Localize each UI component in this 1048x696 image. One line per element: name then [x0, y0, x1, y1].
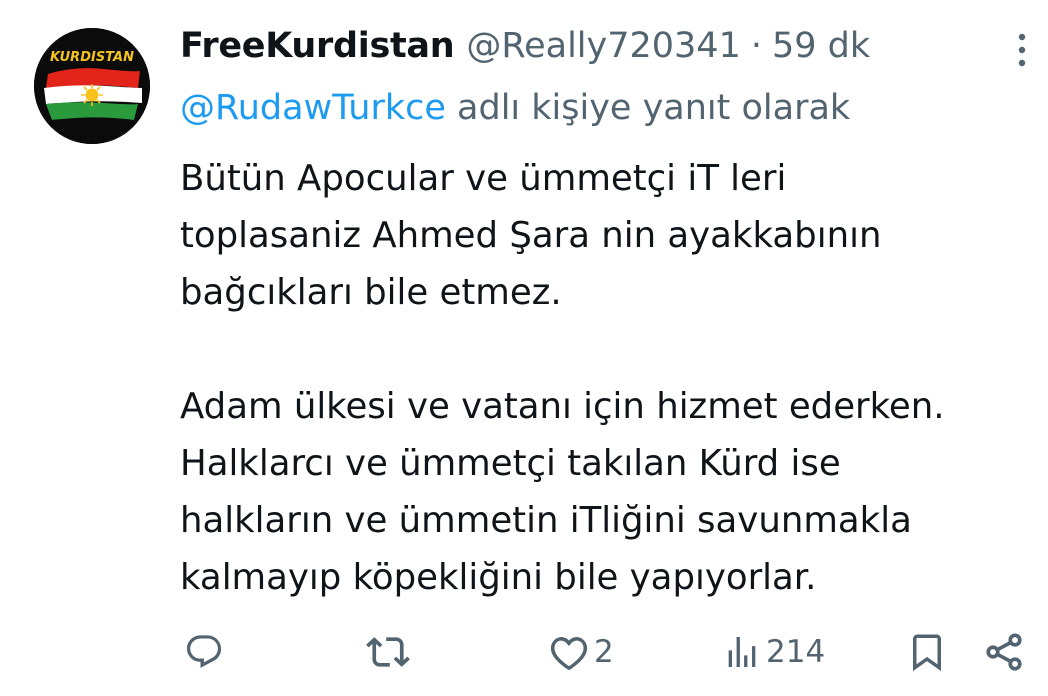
timestamp[interactable]: 59 dk: [772, 22, 870, 70]
retweet-button[interactable]: [366, 622, 410, 682]
tweet-text-line: Bütün Apocular ve ümmetçi iT leri: [180, 158, 787, 199]
tweet-text-line: bağcıkları bile etmez.: [180, 272, 562, 313]
tweet-text-line: kalmayıp köpekliğini bile yapıyorlar.: [180, 557, 817, 598]
bar-chart-icon: [728, 637, 756, 667]
display-name[interactable]: FreeKurdistan: [180, 22, 455, 70]
heart-icon: [550, 637, 588, 671]
tweet-header: FreeKurdistan @Really720341 · 59 dk: [180, 22, 870, 70]
reply-to-handle-link[interactable]: @RudawTurkce: [180, 88, 446, 128]
tweet-text-line: Adam ülkesi ve vatanı için hizmet ederke…: [180, 386, 945, 427]
reply-button[interactable]: [184, 622, 224, 682]
like-button[interactable]: 2: [548, 622, 614, 682]
action-bar: 2 214: [0, 622, 1048, 682]
avatar-label: KURDISTAN: [50, 50, 134, 65]
bookmark-button[interactable]: [906, 622, 948, 682]
tweet-text-line: Halklarcı ve ümmetçi takılan Kürd ise: [180, 443, 841, 484]
tweet-text-line: toplasaniz Ahmed Şara nin ayakkabının: [180, 215, 882, 256]
like-count: 2: [594, 634, 614, 670]
views-count: 214: [766, 634, 826, 670]
separator-dot: ·: [750, 26, 762, 66]
share-icon: [986, 633, 1022, 671]
reply-to-suffix: adlı kişiye yanıt olarak: [445, 88, 851, 128]
share-button[interactable]: [982, 622, 1026, 682]
reply-context: @RudawTurkce adlı kişiye yanıt olarak: [180, 84, 850, 132]
retweet-icon: [366, 637, 410, 667]
views-button[interactable]: 214: [722, 622, 825, 682]
tweet-text-line: halkların ve ümmetin iTliğini savunmakla: [180, 500, 912, 541]
tweet-text: Bütün Apocular ve ümmetçi iT leri toplas…: [180, 150, 1030, 606]
user-handle[interactable]: @Really720341: [466, 22, 741, 70]
avatar[interactable]: KURDISTAN: [34, 28, 150, 144]
reply-icon: [186, 635, 222, 668]
tweet[interactable]: KURDISTAN FreeKurdistan @Really720341 · …: [0, 0, 1048, 696]
bookmark-icon: [913, 634, 941, 672]
more-options-button[interactable]: [1004, 30, 1040, 70]
vertical-dots-icon: [1018, 33, 1026, 67]
kurdistan-flag-avatar-icon: KURDISTAN: [34, 28, 150, 144]
